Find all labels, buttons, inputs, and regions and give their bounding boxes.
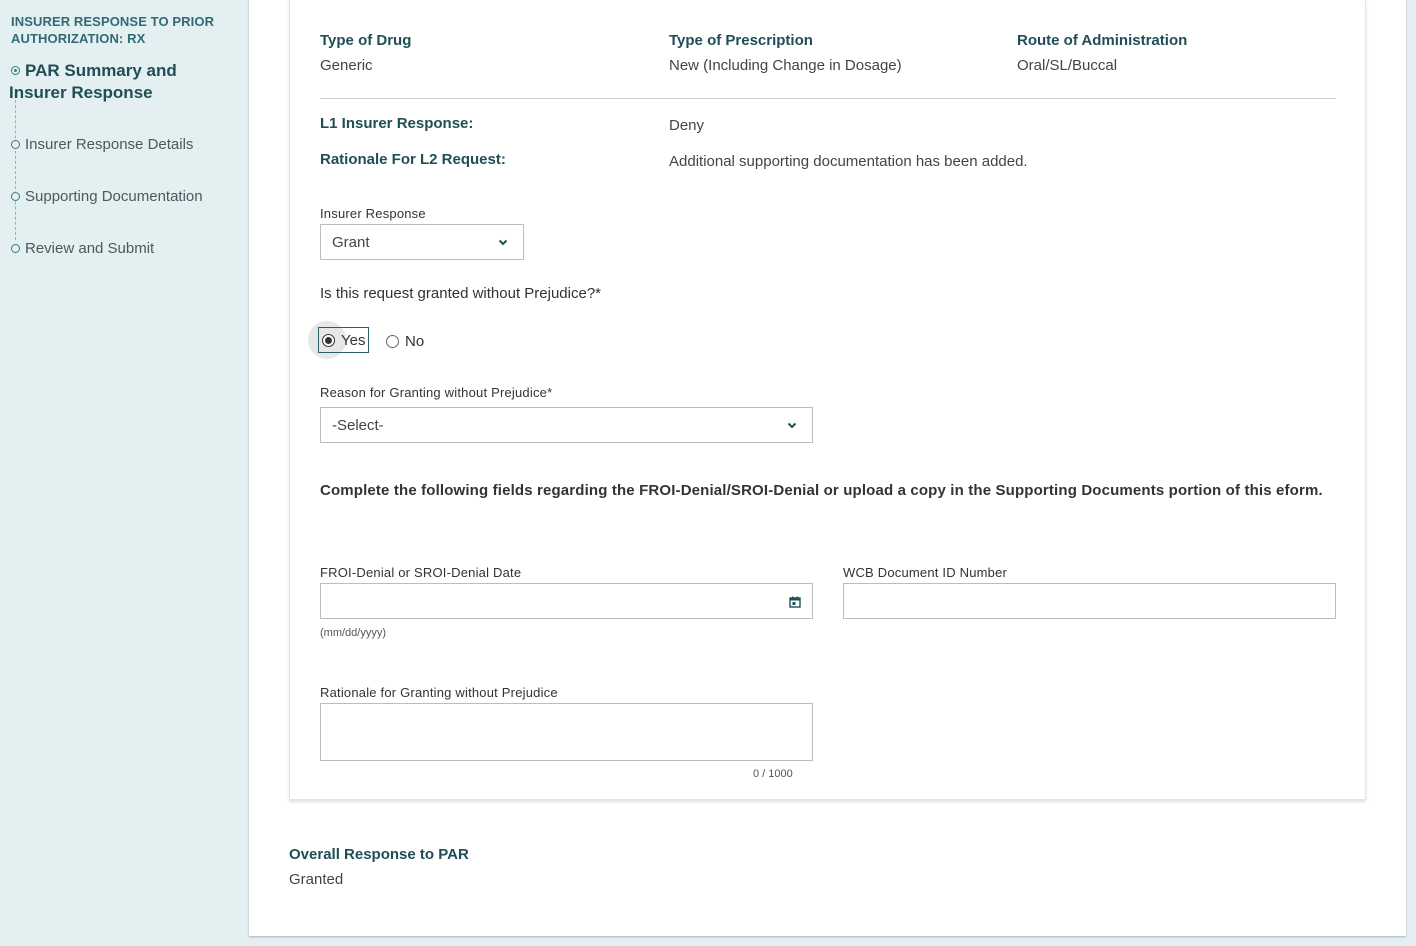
sidebar-item-par-summary[interactable]: PAR Summary and Insurer Response — [9, 60, 209, 104]
insurer-response-selected-value: Grant — [332, 233, 370, 251]
l1-insurer-response-label: L1 Insurer Response: — [320, 115, 474, 132]
chevron-down-icon — [498, 239, 508, 246]
step-icon — [11, 140, 20, 149]
type-of-prescription-label: Type of Prescription — [669, 32, 813, 49]
form-title: INSURER RESPONSE TO PRIOR AUTHORIZATION:… — [11, 14, 215, 46]
sidebar-item-label: Insurer Response Details — [25, 136, 194, 153]
denial-date-label: FROI-Denial or SROI-Denial Date — [320, 565, 522, 580]
rationale-textarea[interactable] — [320, 703, 813, 761]
radio-no-label: No — [405, 333, 425, 350]
wcb-document-id-label: WCB Document ID Number — [843, 565, 1008, 580]
overall-response-label: Overall Response to PAR — [289, 846, 469, 863]
denial-date-input[interactable] — [320, 583, 813, 619]
rationale-l2-label: Rationale For L2 Request: — [320, 151, 506, 168]
wcb-document-id-input[interactable] — [843, 583, 1336, 619]
sidebar-nav: INSURER RESPONSE TO PRIOR AUTHORIZATION:… — [0, 0, 248, 946]
sidebar-item-supporting-documentation[interactable]: Supporting Documentation — [11, 188, 203, 206]
nav-connector-line — [15, 100, 16, 240]
radio-yes[interactable]: Yes — [318, 327, 369, 353]
section-divider — [320, 98, 1336, 99]
reason-select[interactable]: -Select- — [320, 407, 813, 443]
calendar-icon[interactable] — [789, 596, 801, 608]
type-of-drug-label: Type of Drug — [320, 32, 412, 49]
main-content: Type of Drug Generic Type of Prescriptio… — [249, 0, 1406, 936]
insurer-response-label: Insurer Response — [320, 206, 426, 221]
chevron-down-icon — [787, 422, 797, 429]
l1-insurer-response-value: Deny — [669, 117, 705, 134]
reason-label: Reason for Granting without Prejudice* — [320, 385, 553, 400]
route-of-administration-value: Oral/SL/Buccal — [1017, 57, 1118, 74]
type-of-prescription-value: New (Including Change in Dosage) — [669, 57, 902, 74]
reason-selected-value: -Select- — [332, 416, 384, 434]
character-counter: 0 / 1000 — [753, 768, 793, 780]
overall-response-value: Granted — [289, 871, 344, 888]
rationale-l2-value: Additional supporting documentation has … — [669, 153, 1028, 170]
radio-checked-icon — [322, 333, 335, 347]
denial-instructions: Complete the following fields regarding … — [320, 482, 1323, 499]
par-summary-card: Type of Drug Generic Type of Prescriptio… — [289, 0, 1366, 800]
sidebar-item-label: PAR Summary and Insurer Response — [9, 61, 177, 102]
sidebar-item-insurer-response-details[interactable]: Insurer Response Details — [11, 136, 193, 154]
step-icon — [11, 192, 20, 201]
sidebar-item-label: Review and Submit — [25, 240, 155, 257]
date-format-hint: (mm/dd/yyyy) — [320, 627, 386, 639]
radio-yes-label: Yes — [341, 331, 366, 349]
rationale-label: Rationale for Granting without Prejudice — [320, 685, 558, 700]
route-of-administration-label: Route of Administration — [1017, 32, 1188, 49]
sidebar-item-label: Supporting Documentation — [25, 188, 203, 205]
type-of-drug-value: Generic — [320, 57, 373, 74]
radio-no[interactable]: No — [386, 333, 424, 350]
sidebar-item-review-and-submit[interactable]: Review and Submit — [11, 240, 154, 258]
current-step-icon — [11, 66, 20, 75]
insurer-response-select[interactable]: Grant — [320, 224, 524, 260]
step-icon — [11, 244, 20, 253]
radio-unchecked-icon — [386, 335, 399, 348]
prejudice-question: Is this request granted without Prejudic… — [320, 285, 601, 302]
